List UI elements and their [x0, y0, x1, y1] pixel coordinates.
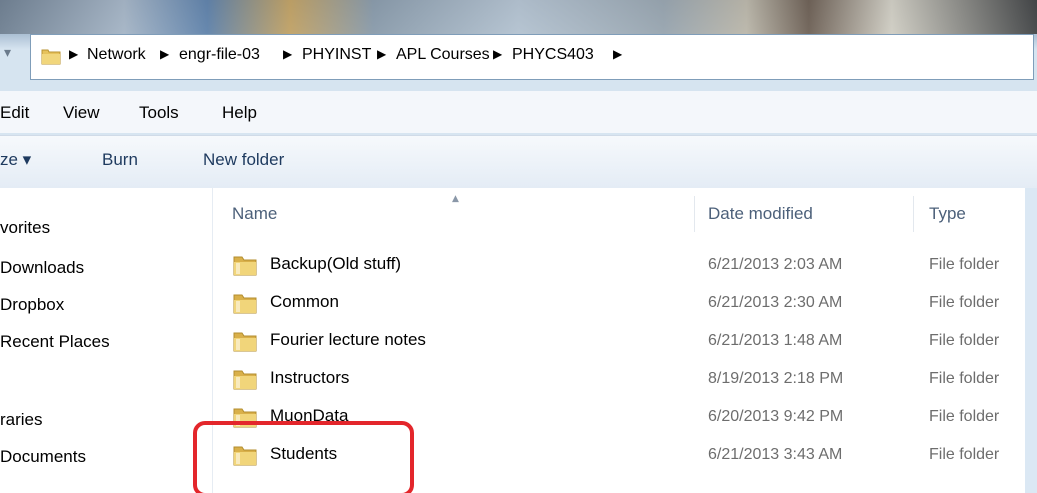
folder-icon [233, 256, 257, 276]
file-date-modified: 6/20/2013 9:42 PM [708, 408, 844, 425]
folder-icon [233, 370, 257, 390]
breadcrumb-engr-file-03[interactable]: engr-file-03 [179, 46, 260, 64]
breadcrumb-arrow-icon[interactable]: ▶ [613, 47, 622, 61]
column-divider[interactable] [694, 196, 695, 232]
file-type: File folder [929, 370, 1000, 387]
file-row[interactable]: Common 6/21/2013 2:30 AM File folder [232, 286, 1032, 324]
file-row[interactable]: Fourier lecture notes 6/21/2013 1:48 AM Fi… [232, 324, 1032, 362]
window-title-area [0, 0, 1037, 34]
burn-button[interactable]: Burn [102, 150, 138, 170]
column-divider[interactable] [913, 196, 914, 232]
nav-dropbox[interactable]: Dropbox [0, 295, 64, 315]
file-date-modified: 8/19/2013 2:18 PM [708, 370, 844, 387]
folder-icon [233, 294, 257, 314]
file-name[interactable]: Fourier lecture notes [270, 330, 426, 350]
file-row[interactable]: Instructors 8/19/2013 2:18 PM File folder [232, 362, 1032, 400]
breadcrumb-apl-courses[interactable]: APL Courses [396, 46, 490, 64]
breadcrumb-arrow-icon[interactable]: ▶ [69, 47, 78, 61]
breadcrumb-phycs403[interactable]: PHYCS403 [512, 46, 594, 64]
nav-libraries[interactable]: raries [0, 410, 43, 430]
back-arrow-icon[interactable]: ▾ [4, 45, 26, 65]
breadcrumb-network[interactable]: Network [87, 46, 146, 64]
column-header-date[interactable]: Date modified [708, 204, 813, 224]
menu-tools[interactable]: Tools [139, 103, 179, 123]
address-bar[interactable]: ▶ Network ▶ engr-file-03 ▶ PHYINST ▶ APL… [30, 34, 1034, 80]
column-header-type[interactable]: Type [929, 204, 966, 224]
column-header-name[interactable]: Name [232, 204, 277, 224]
file-type: File folder [929, 256, 1000, 273]
breadcrumb-arrow-icon[interactable]: ▶ [377, 47, 386, 61]
nav-favorites[interactable]: vorites [0, 218, 50, 238]
file-type: File folder [929, 332, 1000, 349]
folder-icon [233, 332, 257, 352]
file-row[interactable]: Backup(Old stuff) 6/21/2013 2:03 AM File f… [232, 248, 1032, 286]
folder-icon [41, 49, 61, 65]
nav-documents[interactable]: Documents [0, 447, 86, 467]
breadcrumb-phyinst[interactable]: PHYINST [302, 46, 371, 64]
file-date-modified: 6/21/2013 2:30 AM [708, 294, 843, 311]
new-folder-button[interactable]: New folder [203, 150, 284, 170]
nav-downloads[interactable]: Downloads [0, 258, 84, 278]
file-type: File folder [929, 446, 1000, 463]
menu-help[interactable]: Help [222, 103, 257, 123]
breadcrumb-arrow-icon[interactable]: ▶ [160, 47, 169, 61]
highlight-annotation [193, 421, 414, 493]
breadcrumb-arrow-icon[interactable]: ▶ [283, 47, 292, 61]
organize-button[interactable]: ze ▾ [0, 150, 31, 170]
nav-recent-places[interactable]: Recent Places [0, 332, 110, 352]
file-date-modified: 6/21/2013 3:43 AM [708, 446, 843, 463]
explorer-window: ▾ ▶ Network ▶ engr-file-03 ▶ PHYINST ▶ A… [0, 0, 1037, 493]
menu-edit[interactable]: Edit [0, 103, 29, 123]
file-type: File folder [929, 294, 1000, 311]
file-name[interactable]: Common [270, 292, 339, 312]
command-bar [0, 135, 1037, 189]
file-date-modified: 6/21/2013 1:48 AM [708, 332, 843, 349]
file-name[interactable]: Backup(Old stuff) [270, 254, 401, 274]
sort-ascending-icon: ▲ [452, 194, 459, 204]
file-name[interactable]: Instructors [270, 368, 349, 388]
file-date-modified: 6/21/2013 2:03 AM [708, 256, 843, 273]
file-type: File folder [929, 408, 1000, 425]
menu-view[interactable]: View [63, 103, 100, 123]
breadcrumb-arrow-icon[interactable]: ▶ [493, 47, 502, 61]
